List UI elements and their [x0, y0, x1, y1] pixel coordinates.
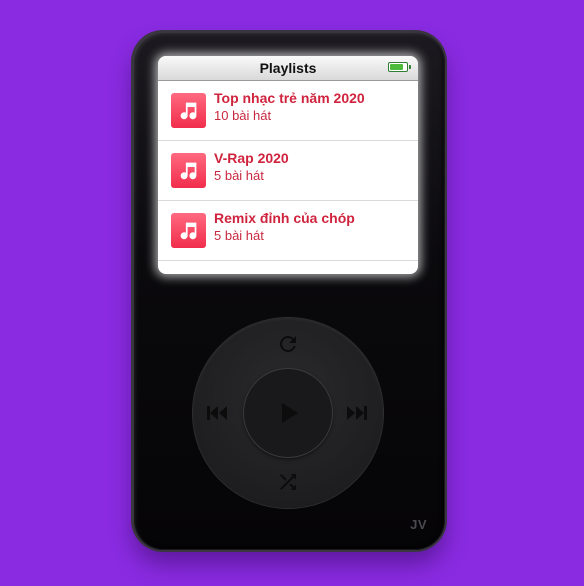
play-icon — [278, 401, 302, 430]
playlist-song-count: 5 bài hát — [214, 228, 264, 243]
screen-titlebar: Playlists — [158, 56, 418, 81]
repeat-icon — [276, 332, 300, 356]
click-wheel[interactable] — [193, 318, 383, 508]
battery-fill — [390, 64, 403, 70]
music-player-device: Playlists Top nhạc trẻ năm 2020 10 bài h… — [133, 32, 445, 550]
battery-icon — [388, 62, 411, 72]
playlist-item[interactable]: Top nhạc trẻ năm 2020 10 bài hát — [158, 81, 418, 141]
next-icon — [345, 402, 369, 424]
playlist-item[interactable]: Remix đỉnh của chóp 5 bài hát — [158, 201, 418, 261]
playlist-song-count: 5 bài hát — [214, 168, 264, 183]
screen-title: Playlists — [259, 60, 317, 76]
playlist-name: Top nhạc trẻ năm 2020 — [214, 90, 365, 106]
playlist-name: V-Rap 2020 — [214, 150, 289, 166]
next-button[interactable] — [345, 402, 369, 424]
playlist-name: Remix đỉnh của chóp — [214, 210, 355, 226]
playlist-list: Top nhạc trẻ năm 2020 10 bài hát V-Rap 2… — [158, 81, 418, 261]
shuffle-icon — [276, 470, 300, 494]
playlist-item[interactable]: V-Rap 2020 5 bài hát — [158, 141, 418, 201]
shuffle-button[interactable] — [276, 470, 300, 494]
previous-icon — [205, 402, 229, 424]
brand-logo: JV — [410, 517, 427, 532]
player-screen: Playlists Top nhạc trẻ năm 2020 10 bài h… — [158, 56, 418, 274]
repeat-button[interactable] — [276, 332, 300, 356]
music-note-icon — [171, 93, 206, 128]
playlist-song-count: 10 bài hát — [214, 108, 272, 123]
play-pause-button[interactable] — [244, 369, 332, 457]
music-note-icon — [171, 153, 206, 188]
previous-button[interactable] — [205, 402, 229, 424]
music-note-icon — [171, 213, 206, 248]
